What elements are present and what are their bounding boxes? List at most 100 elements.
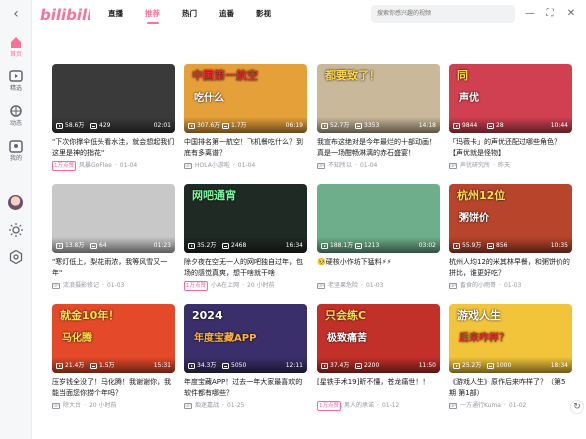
video-date: 01-12 xyxy=(381,402,400,409)
video-author[interactable]: 男人的承诺 xyxy=(344,401,374,411)
video-author[interactable]: 一方通行Kuma xyxy=(460,401,501,411)
video-author[interactable]: HOLA小游啦 xyxy=(195,161,230,171)
video-author[interactable]: 畜食的小雨哥 xyxy=(460,281,496,291)
view-count: 307.6万 xyxy=(188,122,220,130)
video-title[interactable]: "寒灯低上，梨花雨浓，我等风雪又一年" xyxy=(52,257,175,279)
danmaku-count-value: 1213 xyxy=(364,242,380,249)
sun-icon[interactable] xyxy=(8,222,24,238)
rail-item-dynamic[interactable]: 动态 xyxy=(0,103,32,128)
home-icon xyxy=(11,37,21,48)
rail-item-mine[interactable]: 我的 xyxy=(0,138,32,163)
video-duration: 10:44 xyxy=(550,122,568,129)
meta-separator: · xyxy=(503,402,506,409)
video-card[interactable]: 都要致了！ 52.7万 3353 14:18 我宣布这绝对是今年最烂的十部动画！真是一场… xyxy=(317,64,440,179)
video-meta: 1万点赞 小A在上网 · 20 小时前 xyxy=(184,281,307,291)
minimize-button[interactable]: — xyxy=(523,7,537,21)
video-title[interactable]: 《游戏人生》原作后来咋样了？（第5期 第1部） xyxy=(449,377,572,399)
play-icon xyxy=(56,123,63,129)
video-title[interactable]: "下次你撑伞低头看水洼，就会想起我们这里是神的指花" xyxy=(52,137,175,159)
video-duration: 12:11 xyxy=(285,362,303,369)
rail-item-home[interactable]: 首页 xyxy=(0,34,32,59)
like-badge: 1万点赞 xyxy=(52,161,76,171)
view-count-value: 37.4万 xyxy=(330,362,350,369)
play-icon xyxy=(321,123,328,129)
video-author[interactable]: 痴迷嘉战 xyxy=(195,401,219,411)
close-button[interactable]: ✕ xyxy=(564,7,578,21)
dynamic-icon xyxy=(10,105,22,117)
uploader-icon: UP xyxy=(52,283,60,289)
rail-item-featured[interactable]: 精选 xyxy=(0,68,32,93)
meta-separator: · xyxy=(499,282,501,289)
video-card[interactable]: 2024 年度宝藏APP 34.3万 5050 12:11 年度宝藏APP！过去一年大家最… xyxy=(184,304,307,419)
video-title[interactable]: 除夕夜在空无一人的网吧独自过年，包场的感觉真爽，想干啥就干啥 xyxy=(184,257,307,279)
avatar[interactable] xyxy=(8,195,23,210)
video-author[interactable]: 流浪摄影修记 xyxy=(63,281,99,291)
tab-live[interactable]: 直播 xyxy=(97,0,134,28)
video-card[interactable]: 188.1万 1213 03:02 🥺硬核小作坊下猛料⚡⚡ UP 老坚果危险 · 01-03 xyxy=(317,184,440,299)
video-author[interactable]: 不知所以 xyxy=(328,161,352,171)
video-thumbnail[interactable]: 就金10年！ 马化腾 21.4万 1.5万 15:31 xyxy=(52,304,175,373)
settings-icon[interactable] xyxy=(8,249,24,265)
video-title[interactable]: 杭州人均12的米其林早餐，和粥饼价的拼比，谁更好吃？ xyxy=(449,257,572,279)
video-thumbnail[interactable]: 网吧通宵 35.2万 2468 16:34 xyxy=(184,184,307,253)
video-card[interactable]: 同声优 9844 28 10:44 「玛薇卡」的声优还配过哪些角色？【声优就是怪物】 UP… xyxy=(449,64,572,179)
meta-separator: · xyxy=(377,402,379,409)
video-author[interactable]: 风暴GoFlee xyxy=(79,161,112,171)
video-card[interactable]: 游戏人生 后来咋样？ 25.2万 1000 18:34 《游戏人生》原作后来咋样了？（第5… xyxy=(449,304,572,419)
video-title[interactable]: 我宣布这绝对是今年最烂的十部动画！真是一场酣畅淋漓的赤石盛宴！ xyxy=(317,137,440,159)
video-title[interactable]: 压岁钱全没了！马化腾！我谢谢你，我能当面您你捞个年吗？ xyxy=(52,377,175,399)
video-thumbnail[interactable]: 同声优 9844 28 10:44 xyxy=(449,64,572,133)
video-card[interactable]: 中国第一航空 吃什么 307.6万 1.7万 06:19 中国排名第一航空！飞机餐吃什么？… xyxy=(184,64,307,179)
video-duration: 06:19 xyxy=(285,122,303,129)
video-card[interactable]: 杭州12位 粥饼价 55.9万 856 10:35 杭州人均12的米其林早餐，和粥饼价的拼… xyxy=(449,184,572,299)
video-card[interactable]: 网吧通宵 35.2万 2468 16:34 除夕夜在空无一人的网吧独自过年，包场的感觉真… xyxy=(184,184,307,299)
video-date: 20 小时前 xyxy=(247,282,275,289)
tab-hot[interactable]: 热门 xyxy=(171,0,208,28)
back-icon[interactable]: ‹ xyxy=(8,6,24,22)
thumbnail-caption: 都要致了！ xyxy=(325,69,380,82)
maximize-button[interactable]: ⛶ xyxy=(543,7,557,21)
video-author[interactable]: 声优研究所 xyxy=(460,161,490,171)
danmaku-icon xyxy=(487,123,494,129)
video-thumbnail[interactable]: 13.8万 64 01:23 xyxy=(52,184,175,253)
danmaku-count: 28 xyxy=(487,122,504,130)
video-thumbnail[interactable]: 58.6万 429 02:01 xyxy=(52,64,175,133)
tab-movies[interactable]: 影视 xyxy=(245,0,282,28)
thumbnail-caption-sub: 极致痛苦 xyxy=(327,333,367,344)
video-author[interactable]: 小A在上网 xyxy=(211,281,239,291)
video-title[interactable]: 🥺硬核小作坊下猛料⚡⚡ xyxy=(317,257,440,279)
search-input[interactable] xyxy=(371,5,515,23)
video-thumbnail[interactable]: 2024 年度宝藏APP 34.3万 5050 12:11 xyxy=(184,304,307,373)
view-count: 25.2万 xyxy=(453,362,481,370)
video-card[interactable]: 只会练C 极致痛苦 37.4万 2200 11:50 [星铁手术19]昕不懂，苍龙痛世！！… xyxy=(317,304,440,419)
video-date: 01-04 xyxy=(119,162,138,169)
video-title[interactable]: 中国排名第一航空！飞机餐吃什么？到底有多离谱？ xyxy=(184,137,307,159)
video-thumbnail[interactable]: 游戏人生 后来咋样？ 25.2万 1000 18:34 xyxy=(449,304,572,373)
video-author[interactable]: 除大台 xyxy=(63,401,81,411)
tab-bangumi[interactable]: 追番 xyxy=(208,0,245,28)
video-author[interactable]: 老坚果危险 xyxy=(328,281,358,291)
tab-recommend[interactable]: 推荐 xyxy=(134,0,171,28)
uploader-icon: UP xyxy=(184,163,192,169)
bilibili-logo[interactable]: bilibili xyxy=(40,3,90,25)
view-count-value: 34.3万 xyxy=(197,362,217,369)
view-count-value: 9844 xyxy=(462,122,478,129)
video-title[interactable]: [星铁手术19]昕不懂，苍龙痛世！！ xyxy=(317,377,440,399)
video-thumbnail[interactable]: 都要致了！ 52.7万 3353 14:18 xyxy=(317,64,440,133)
video-meta: UP 老坚果危险 · 01-03 xyxy=(317,281,440,291)
danmaku-count-value: 2200 xyxy=(364,362,380,369)
video-card[interactable]: 就金10年！ 马化腾 21.4万 1.5万 15:31 压岁钱全没了！马化腾！我谢谢你，我… xyxy=(52,304,175,419)
refresh-button[interactable]: ↻ xyxy=(570,400,584,414)
video-title[interactable]: 「玛薇卡」的声优还配过哪些角色？【声优就是怪物】 xyxy=(449,137,572,159)
video-thumbnail[interactable]: 只会练C 极致痛苦 37.4万 2200 11:50 xyxy=(317,304,440,373)
app-window: ‹ 首页 精选 动态 我的 bilibili 直播 推荐 热门 追番 影视 搜索… xyxy=(0,0,586,439)
thumbnail-caption: 同 xyxy=(457,69,468,82)
video-thumbnail[interactable]: 杭州12位 粥饼价 55.9万 856 10:35 xyxy=(449,184,572,253)
video-card[interactable]: 58.6万 429 02:01 "下次你撑伞低头看水洼，就会想起我们这里是神的指花" 1… xyxy=(52,64,175,179)
view-count: 9844 xyxy=(453,122,477,130)
video-thumbnail[interactable]: 中国第一航空 吃什么 307.6万 1.7万 06:19 xyxy=(184,64,307,133)
video-thumbnail[interactable]: 188.1万 1213 03:02 xyxy=(317,184,440,253)
uploader-icon: UP xyxy=(317,283,325,289)
video-title[interactable]: 年度宝藏APP！过去一年大家最喜欢的软件都有哪些？ xyxy=(184,377,307,399)
video-card[interactable]: 13.8万 64 01:23 "寒灯低上，梨花雨浓，我等风雪又一年" UP 流浪摄影修记 ·… xyxy=(52,184,175,299)
